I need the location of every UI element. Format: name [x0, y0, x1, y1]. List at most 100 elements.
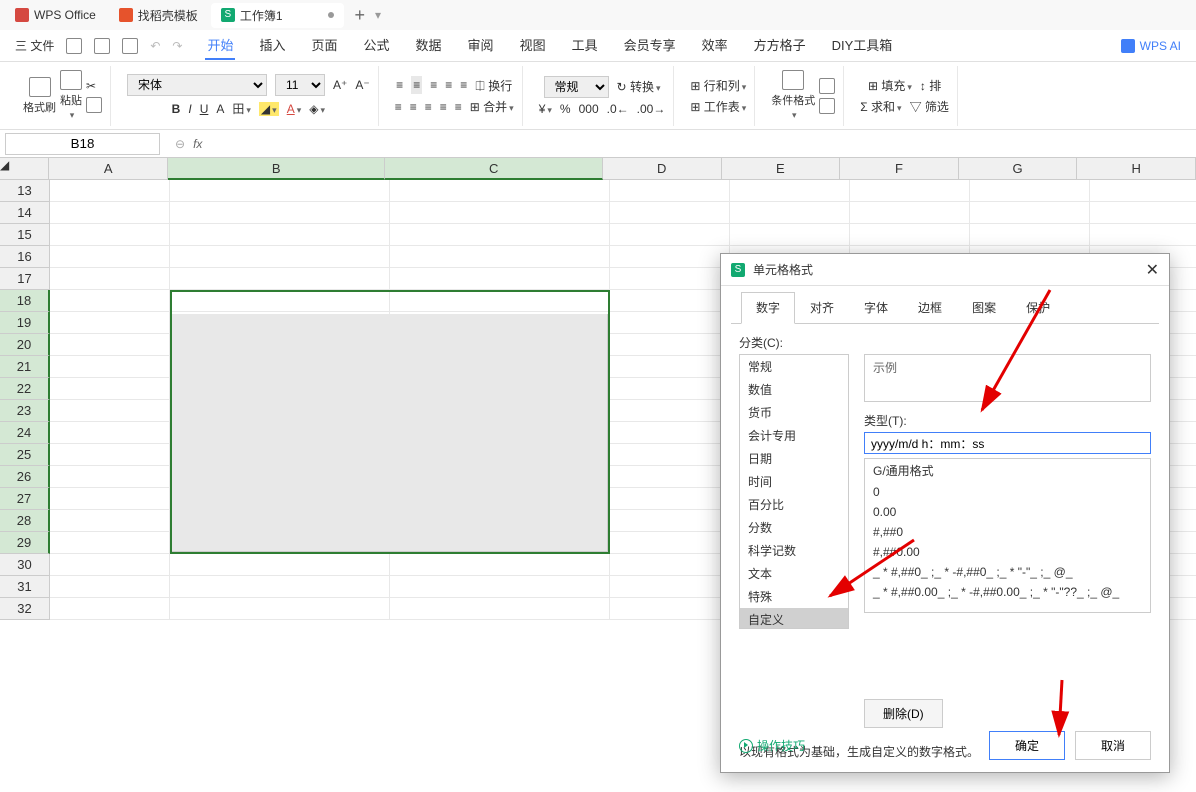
indent-right-icon[interactable]: ≡ — [460, 78, 467, 92]
tab-tools[interactable]: 工具 — [570, 31, 600, 60]
italic-button[interactable]: I — [188, 102, 191, 116]
tab-menu-button[interactable]: ▾ — [375, 8, 381, 22]
cell[interactable] — [50, 246, 170, 268]
col-header-G[interactable]: G — [959, 158, 1078, 180]
align-right-icon[interactable]: ≡ — [425, 100, 432, 114]
cell[interactable] — [610, 422, 730, 444]
cell[interactable] — [390, 598, 610, 620]
format-item[interactable]: 0.00 — [865, 502, 1150, 522]
cell[interactable] — [610, 510, 730, 532]
dlg-tab-align[interactable]: 对齐 — [795, 292, 849, 323]
align-left-icon[interactable]: ≡ — [395, 100, 402, 114]
cell[interactable] — [850, 202, 970, 224]
row-header-20[interactable]: 20 — [0, 334, 50, 356]
cell[interactable] — [50, 356, 170, 378]
cell[interactable] — [50, 598, 170, 620]
cancel-button[interactable]: 取消 — [1075, 731, 1151, 760]
format-item[interactable]: _ * #,##0.00_ ;_ * -#,##0.00_ ;_ * "-"??… — [865, 582, 1150, 602]
tab-ffgz[interactable]: 方方格子 — [752, 31, 808, 60]
currency-icon[interactable]: ¥▾ — [539, 102, 552, 116]
cell[interactable] — [610, 400, 730, 422]
cell[interactable] — [390, 246, 610, 268]
rows-cols-button[interactable]: ⊞ 行和列▾ — [690, 77, 746, 94]
cell[interactable] — [50, 554, 170, 576]
sort-button[interactable]: ↕ 排 — [920, 77, 941, 94]
col-header-D[interactable]: D — [603, 158, 722, 180]
name-box[interactable] — [5, 133, 160, 155]
cell[interactable] — [970, 202, 1090, 224]
cell[interactable] — [170, 290, 390, 312]
cell[interactable] — [50, 334, 170, 356]
font-size-select[interactable]: 11 — [275, 74, 325, 96]
col-header-F[interactable]: F — [840, 158, 959, 180]
comma-icon[interactable]: 000 — [579, 102, 599, 116]
dlg-tab-pattern[interactable]: 图案 — [957, 292, 1011, 323]
tab-member[interactable]: 会员专享 — [622, 31, 678, 60]
decrease-font-icon[interactable]: A⁻ — [355, 78, 369, 92]
cell[interactable] — [170, 268, 390, 290]
distribute-icon[interactable]: ≡ — [455, 100, 462, 114]
wrap-text-button[interactable]: ⎅ 换行 — [475, 77, 512, 94]
dlg-tab-number[interactable]: 数字 — [741, 292, 795, 324]
row-header-19[interactable]: 19 — [0, 312, 50, 334]
cell[interactable] — [170, 224, 390, 246]
delete-button[interactable]: 删除(D) — [864, 699, 943, 728]
clear-format-button[interactable]: ◈▾ — [309, 102, 325, 116]
row-header-13[interactable]: 13 — [0, 180, 50, 202]
cell[interactable] — [50, 224, 170, 246]
fx-icon[interactable]: fx — [193, 137, 202, 151]
app-tab-workbook[interactable]: S 工作簿1 — [211, 3, 344, 28]
cell[interactable] — [610, 532, 730, 554]
row-header-17[interactable]: 17 — [0, 268, 50, 290]
cat-text[interactable]: 文本 — [740, 562, 848, 585]
row-header-32[interactable]: 32 — [0, 598, 50, 620]
close-icon[interactable]: ✕ — [1146, 260, 1159, 280]
row-header-28[interactable]: 28 — [0, 510, 50, 532]
cell[interactable] — [850, 180, 970, 202]
type-input[interactable] — [864, 432, 1151, 454]
cell[interactable] — [610, 312, 730, 334]
merge-button[interactable]: ⊞ 合并▾ — [470, 98, 514, 115]
format-item[interactable]: #,##0 — [865, 522, 1150, 542]
cell[interactable] — [170, 598, 390, 620]
qat-save-icon[interactable] — [66, 38, 82, 54]
qat-undo-icon[interactable]: ↶ — [150, 39, 160, 53]
cell[interactable] — [50, 378, 170, 400]
category-list[interactable]: 常规 数值 货币 会计专用 日期 时间 百分比 分数 科学记数 文本 特殊 自定… — [739, 354, 849, 629]
cell[interactable] — [610, 444, 730, 466]
cancel-formula-icon[interactable]: ⊖ — [175, 137, 185, 151]
col-header-H[interactable]: H — [1077, 158, 1196, 180]
cell[interactable] — [610, 356, 730, 378]
format-brush-button[interactable]: 格式刷 — [23, 77, 56, 115]
cell[interactable] — [610, 180, 730, 202]
cat-fraction[interactable]: 分数 — [740, 516, 848, 539]
cat-number[interactable]: 数值 — [740, 378, 848, 401]
copy-icon[interactable] — [86, 97, 102, 113]
tab-diy[interactable]: DIY工具箱 — [830, 31, 895, 60]
cell[interactable] — [1090, 202, 1196, 224]
qat-redo-icon[interactable]: ↷ — [172, 39, 182, 53]
col-header-B[interactable]: B — [168, 158, 385, 180]
cell[interactable] — [610, 246, 730, 268]
col-header-E[interactable]: E — [722, 158, 841, 180]
cell[interactable] — [170, 576, 390, 598]
tab-start[interactable]: 开始 — [205, 31, 235, 60]
row-header-27[interactable]: 27 — [0, 488, 50, 510]
cat-scientific[interactable]: 科学记数 — [740, 539, 848, 562]
cat-accounting[interactable]: 会计专用 — [740, 424, 848, 447]
col-header-A[interactable]: A — [49, 158, 168, 180]
cell[interactable] — [390, 290, 610, 312]
tab-page[interactable]: 页面 — [310, 31, 340, 60]
cell[interactable] — [610, 202, 730, 224]
align-top-icon[interactable]: ≡ — [396, 78, 403, 92]
cell[interactable] — [50, 444, 170, 466]
qat-preview-icon[interactable] — [122, 38, 138, 54]
font-color-button[interactable]: A▾ — [287, 102, 302, 116]
border-button[interactable]: 田▾ — [232, 100, 251, 117]
cell[interactable] — [610, 466, 730, 488]
cell[interactable] — [390, 202, 610, 224]
align-middle-icon[interactable]: ≡ — [411, 76, 422, 94]
cell[interactable] — [610, 224, 730, 246]
app-tab-wps[interactable]: WPS Office — [5, 4, 106, 26]
cat-custom[interactable]: 自定义 — [740, 608, 848, 629]
